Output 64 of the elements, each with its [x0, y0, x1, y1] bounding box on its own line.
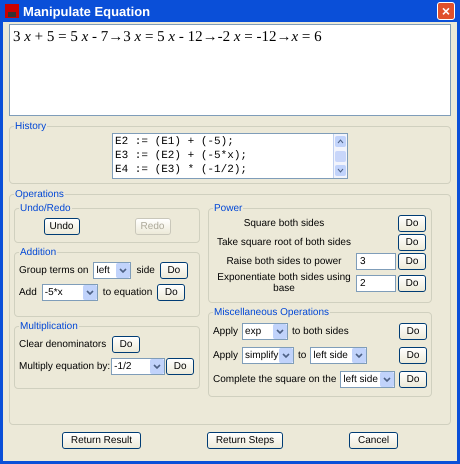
return-steps-button[interactable]: Return Steps [206, 432, 284, 449]
field-label: Complete the square on the [213, 374, 336, 384]
dropdown[interactable]: -5*x [42, 284, 98, 300]
do-button[interactable]: Do [398, 274, 426, 292]
group-title: Undo/Redo [19, 203, 72, 214]
field-label: Multiply equation by: [19, 360, 110, 372]
undo-button[interactable]: Undo [44, 218, 80, 234]
close-button[interactable]: × [437, 2, 455, 20]
group-title: Multiplication [19, 321, 79, 332]
do-button[interactable]: Do [166, 358, 194, 374]
history-line: E4 := (E3) * (-1/2); [115, 163, 248, 177]
history-list[interactable]: E2 := (E1) + (-5); E3 := (E2) + (-5*x); E4 := (E3) * (-1/2); [112, 133, 348, 179]
do-button[interactable]: Do [399, 346, 427, 364]
field-label: Exponentiate both sides using base [216, 272, 352, 294]
history-line: E2 := (E1) + (-5); [115, 135, 235, 149]
field-label: Square both sides [242, 218, 326, 229]
field-label: Add [19, 286, 37, 298]
caret-icon [116, 262, 130, 278]
field-label: Clear denominators [19, 338, 108, 350]
caret-icon [352, 348, 366, 362]
group-title: History [14, 121, 48, 132]
field-label: Apply [213, 350, 238, 360]
do-button[interactable]: Do [157, 284, 186, 300]
caret-icon [150, 358, 164, 374]
caret-icon [82, 284, 97, 300]
field-label: to equation [102, 286, 152, 298]
field-label: Group terms on [19, 264, 88, 276]
input-field[interactable]: 2 [356, 274, 396, 292]
equation: 3 x + 5 = 5 x - 7→3 x = 5 x - 12→-2 x = -12→x = 6 [13, 29, 322, 45]
field-label: side [136, 264, 155, 276]
dropdown[interactable]: -1/2 [111, 358, 166, 374]
dropdown[interactable]: left side [340, 370, 395, 388]
field-label: to both sides [292, 326, 349, 336]
input-field[interactable]: 3 [356, 253, 396, 270]
do-button[interactable]: Do [399, 370, 427, 388]
return-result-button[interactable]: Return Result [62, 432, 142, 449]
group-title: Operations [14, 189, 65, 200]
do-button[interactable]: Do [398, 215, 426, 232]
dropdown[interactable]: simplify [242, 346, 294, 364]
do-button[interactable]: Do [160, 262, 188, 278]
dropdown[interactable]: exp [242, 322, 288, 340]
history-line: E3 := (E2) + (-5*x); [115, 149, 248, 163]
group-title: Addition [19, 247, 58, 258]
cancel-button[interactable]: Cancel [348, 432, 398, 449]
app-icon [5, 4, 19, 18]
field-label: Apply [213, 326, 238, 336]
group-title: Miscellaneous Operations [213, 307, 330, 318]
dropdown[interactable]: left [93, 262, 132, 278]
field-label: Take square root of both sides [216, 237, 352, 248]
field-label: to [298, 350, 306, 360]
do-button[interactable]: Do [399, 322, 427, 340]
caret-icon [279, 348, 294, 362]
window-title: Manipulate Equation [23, 4, 152, 18]
group-title: Power [213, 203, 244, 214]
caret-icon [380, 372, 394, 386]
caret-icon [273, 324, 288, 338]
scroll-down-icon[interactable] [335, 165, 346, 176]
do-button[interactable]: Do [112, 336, 140, 352]
scroll-up-icon[interactable] [335, 136, 346, 147]
do-button[interactable]: Do [398, 253, 426, 270]
do-button[interactable]: Do [398, 234, 426, 251]
scroll-thumb[interactable] [335, 150, 346, 162]
dropdown[interactable]: left side [310, 346, 368, 364]
field-label: Raise both sides to power [225, 256, 343, 267]
